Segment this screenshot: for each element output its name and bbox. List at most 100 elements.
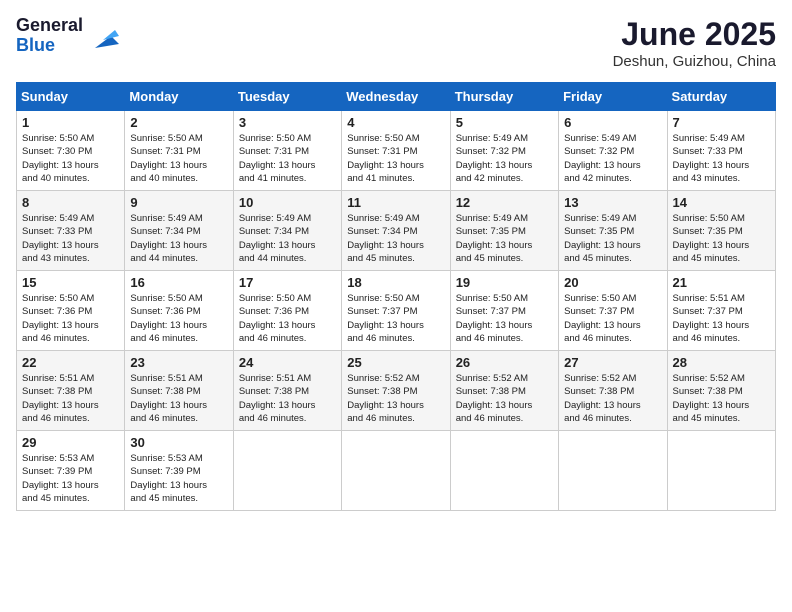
day-number: 22 [22,355,119,370]
calendar-row: 22 Sunrise: 5:51 AM Sunset: 7:38 PM Dayl… [17,351,776,431]
table-row: 12 Sunrise: 5:49 AM Sunset: 7:35 PM Dayl… [450,191,558,271]
col-wednesday: Wednesday [342,83,450,111]
day-number: 11 [347,195,444,210]
table-row: 23 Sunrise: 5:51 AM Sunset: 7:38 PM Dayl… [125,351,233,431]
day-number: 2 [130,115,227,130]
day-number: 27 [564,355,661,370]
day-info: Sunrise: 5:49 AM Sunset: 7:34 PM Dayligh… [347,212,444,265]
table-row: 15 Sunrise: 5:50 AM Sunset: 7:36 PM Dayl… [17,271,125,351]
table-row: 13 Sunrise: 5:49 AM Sunset: 7:35 PM Dayl… [559,191,667,271]
day-info: Sunrise: 5:50 AM Sunset: 7:35 PM Dayligh… [673,212,770,265]
day-info: Sunrise: 5:50 AM Sunset: 7:30 PM Dayligh… [22,132,119,185]
day-info: Sunrise: 5:49 AM Sunset: 7:32 PM Dayligh… [456,132,553,185]
day-number: 5 [456,115,553,130]
col-sunday: Sunday [17,83,125,111]
day-number: 3 [239,115,336,130]
day-info: Sunrise: 5:50 AM Sunset: 7:37 PM Dayligh… [456,292,553,345]
logo-icon [87,20,119,52]
day-number: 6 [564,115,661,130]
day-info: Sunrise: 5:50 AM Sunset: 7:36 PM Dayligh… [239,292,336,345]
day-number: 14 [673,195,770,210]
table-row: 7 Sunrise: 5:49 AM Sunset: 7:33 PM Dayli… [667,111,775,191]
table-row: 20 Sunrise: 5:50 AM Sunset: 7:37 PM Dayl… [559,271,667,351]
day-number: 7 [673,115,770,130]
day-number: 10 [239,195,336,210]
day-info: Sunrise: 5:49 AM Sunset: 7:33 PM Dayligh… [673,132,770,185]
day-info: Sunrise: 5:49 AM Sunset: 7:33 PM Dayligh… [22,212,119,265]
table-row: 4 Sunrise: 5:50 AM Sunset: 7:31 PM Dayli… [342,111,450,191]
table-row: 14 Sunrise: 5:50 AM Sunset: 7:35 PM Dayl… [667,191,775,271]
day-info: Sunrise: 5:50 AM Sunset: 7:31 PM Dayligh… [130,132,227,185]
table-row: 8 Sunrise: 5:49 AM Sunset: 7:33 PM Dayli… [17,191,125,271]
day-number: 18 [347,275,444,290]
table-row: 17 Sunrise: 5:50 AM Sunset: 7:36 PM Dayl… [233,271,341,351]
day-info: Sunrise: 5:52 AM Sunset: 7:38 PM Dayligh… [347,372,444,425]
calendar-row: 15 Sunrise: 5:50 AM Sunset: 7:36 PM Dayl… [17,271,776,351]
col-thursday: Thursday [450,83,558,111]
day-info: Sunrise: 5:52 AM Sunset: 7:38 PM Dayligh… [673,372,770,425]
day-info: Sunrise: 5:49 AM Sunset: 7:34 PM Dayligh… [239,212,336,265]
day-info: Sunrise: 5:50 AM Sunset: 7:37 PM Dayligh… [564,292,661,345]
day-info: Sunrise: 5:52 AM Sunset: 7:38 PM Dayligh… [456,372,553,425]
logo-blue: Blue [16,36,83,56]
day-number: 28 [673,355,770,370]
day-number: 21 [673,275,770,290]
title-block: June 2025 Deshun, Guizhou, China [613,16,776,70]
table-row: 25 Sunrise: 5:52 AM Sunset: 7:38 PM Dayl… [342,351,450,431]
day-info: Sunrise: 5:50 AM Sunset: 7:37 PM Dayligh… [347,292,444,345]
day-number: 19 [456,275,553,290]
day-number: 1 [22,115,119,130]
day-info: Sunrise: 5:50 AM Sunset: 7:31 PM Dayligh… [239,132,336,185]
table-row [667,431,775,511]
day-info: Sunrise: 5:49 AM Sunset: 7:34 PM Dayligh… [130,212,227,265]
col-friday: Friday [559,83,667,111]
table-row: 22 Sunrise: 5:51 AM Sunset: 7:38 PM Dayl… [17,351,125,431]
day-info: Sunrise: 5:53 AM Sunset: 7:39 PM Dayligh… [22,452,119,505]
table-row [342,431,450,511]
day-number: 4 [347,115,444,130]
day-number: 17 [239,275,336,290]
col-saturday: Saturday [667,83,775,111]
table-row: 16 Sunrise: 5:50 AM Sunset: 7:36 PM Dayl… [125,271,233,351]
table-row: 29 Sunrise: 5:53 AM Sunset: 7:39 PM Dayl… [17,431,125,511]
day-number: 16 [130,275,227,290]
calendar: Sunday Monday Tuesday Wednesday Thursday… [16,82,776,511]
table-row: 27 Sunrise: 5:52 AM Sunset: 7:38 PM Dayl… [559,351,667,431]
calendar-row: 1 Sunrise: 5:50 AM Sunset: 7:30 PM Dayli… [17,111,776,191]
day-number: 12 [456,195,553,210]
day-info: Sunrise: 5:49 AM Sunset: 7:35 PM Dayligh… [564,212,661,265]
table-row [233,431,341,511]
day-info: Sunrise: 5:51 AM Sunset: 7:37 PM Dayligh… [673,292,770,345]
table-row: 10 Sunrise: 5:49 AM Sunset: 7:34 PM Dayl… [233,191,341,271]
table-row [450,431,558,511]
location: Deshun, Guizhou, China [613,53,776,70]
table-row: 28 Sunrise: 5:52 AM Sunset: 7:38 PM Dayl… [667,351,775,431]
day-number: 24 [239,355,336,370]
day-info: Sunrise: 5:53 AM Sunset: 7:39 PM Dayligh… [130,452,227,505]
table-row: 24 Sunrise: 5:51 AM Sunset: 7:38 PM Dayl… [233,351,341,431]
page-header: General Blue June 2025 Deshun, Guizhou, … [16,16,776,70]
col-tuesday: Tuesday [233,83,341,111]
logo-general: General [16,16,83,36]
day-info: Sunrise: 5:51 AM Sunset: 7:38 PM Dayligh… [239,372,336,425]
table-row: 11 Sunrise: 5:49 AM Sunset: 7:34 PM Dayl… [342,191,450,271]
table-row: 26 Sunrise: 5:52 AM Sunset: 7:38 PM Dayl… [450,351,558,431]
calendar-row: 29 Sunrise: 5:53 AM Sunset: 7:39 PM Dayl… [17,431,776,511]
day-number: 13 [564,195,661,210]
day-number: 8 [22,195,119,210]
day-number: 25 [347,355,444,370]
day-number: 9 [130,195,227,210]
day-info: Sunrise: 5:49 AM Sunset: 7:32 PM Dayligh… [564,132,661,185]
day-info: Sunrise: 5:51 AM Sunset: 7:38 PM Dayligh… [22,372,119,425]
day-number: 20 [564,275,661,290]
calendar-row: 8 Sunrise: 5:49 AM Sunset: 7:33 PM Dayli… [17,191,776,271]
month-title: June 2025 [613,16,776,53]
day-info: Sunrise: 5:50 AM Sunset: 7:36 PM Dayligh… [22,292,119,345]
table-row: 30 Sunrise: 5:53 AM Sunset: 7:39 PM Dayl… [125,431,233,511]
table-row [559,431,667,511]
day-info: Sunrise: 5:52 AM Sunset: 7:38 PM Dayligh… [564,372,661,425]
day-info: Sunrise: 5:50 AM Sunset: 7:36 PM Dayligh… [130,292,227,345]
day-number: 26 [456,355,553,370]
table-row: 9 Sunrise: 5:49 AM Sunset: 7:34 PM Dayli… [125,191,233,271]
table-row: 6 Sunrise: 5:49 AM Sunset: 7:32 PM Dayli… [559,111,667,191]
